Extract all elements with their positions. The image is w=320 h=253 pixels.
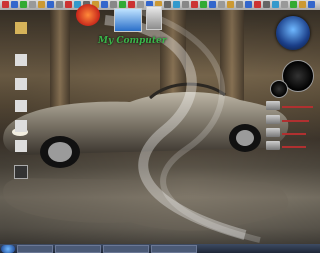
app-icon[interactable] — [56, 1, 63, 8]
ram-gauge-icon — [270, 80, 288, 98]
hard-drive-icon — [266, 141, 280, 150]
app-icon[interactable] — [182, 1, 189, 8]
taskbar — [0, 244, 320, 253]
drive-usage-bar — [282, 146, 306, 148]
app-icon[interactable] — [110, 1, 117, 8]
app-icon[interactable] — [164, 1, 171, 8]
my-computer-icon[interactable] — [114, 8, 142, 32]
app-icon[interactable] — [38, 1, 45, 8]
document-icon — [15, 54, 27, 66]
app-icon[interactable] — [209, 1, 216, 8]
drive-widget[interactable] — [266, 140, 318, 151]
app-icon[interactable] — [290, 1, 297, 8]
document-icon — [15, 140, 27, 152]
document-icon — [15, 100, 27, 112]
desktop-icon[interactable] — [4, 120, 38, 133]
desktop-icon[interactable] — [4, 22, 38, 35]
app-icon[interactable] — [137, 1, 144, 8]
app-icon[interactable] — [218, 1, 225, 8]
taskbar-item[interactable] — [17, 244, 53, 253]
app-icon[interactable] — [308, 1, 315, 8]
hard-drive-icon — [266, 128, 280, 137]
app-icon[interactable] — [101, 1, 108, 8]
app-icon[interactable] — [236, 1, 243, 8]
desktop-icon[interactable] — [4, 100, 38, 113]
my-computer-label[interactable]: My Computer — [98, 36, 166, 46]
app-icon[interactable] — [20, 1, 27, 8]
app-icon[interactable] — [11, 1, 18, 8]
drive-widget[interactable] — [266, 100, 318, 111]
drive-widget[interactable] — [266, 127, 318, 138]
app-icon[interactable] — [299, 1, 306, 8]
app-icon[interactable] — [263, 1, 270, 8]
desktop-icon[interactable] — [4, 140, 38, 153]
app-icon[interactable] — [65, 1, 72, 8]
taskbar-item[interactable] — [151, 244, 197, 253]
app-icon[interactable] — [2, 1, 9, 8]
document-icon[interactable] — [146, 6, 162, 30]
app-icon[interactable] — [119, 1, 126, 8]
drive-widget[interactable] — [266, 114, 318, 125]
desktop-icon[interactable] — [4, 78, 38, 91]
app-icon[interactable] — [29, 1, 36, 8]
hard-drive-icon — [266, 101, 280, 110]
app-icon[interactable] — [200, 1, 207, 8]
desktop-icon[interactable] — [4, 165, 38, 180]
document-icon — [15, 78, 27, 90]
app-icon[interactable] — [173, 1, 180, 8]
app-icon[interactable] — [272, 1, 279, 8]
desktop-icon[interactable] — [4, 54, 38, 67]
windows-logo-icon — [276, 16, 310, 50]
desktop-wallpaper: My Computer — [0, 0, 320, 253]
hard-drive-icon — [266, 115, 280, 124]
drive-usage-bar — [282, 120, 310, 122]
app-icon[interactable] — [245, 1, 252, 8]
taskbar-item[interactable] — [103, 244, 149, 253]
app-icon[interactable] — [47, 1, 54, 8]
app-icon[interactable] — [128, 1, 135, 8]
drive-usage-bar — [282, 133, 306, 135]
folder-icon — [15, 22, 27, 34]
application-icon — [14, 165, 28, 179]
start-button[interactable] — [1, 244, 15, 253]
taskbar-item[interactable] — [55, 244, 101, 253]
app-icon[interactable] — [254, 1, 261, 8]
app-icon[interactable] — [191, 1, 198, 8]
document-icon — [15, 120, 27, 132]
ccleaner-icon[interactable] — [76, 4, 100, 26]
drive-usage-bar — [282, 106, 313, 108]
app-icon[interactable] — [227, 1, 234, 8]
app-icon[interactable] — [281, 1, 288, 8]
